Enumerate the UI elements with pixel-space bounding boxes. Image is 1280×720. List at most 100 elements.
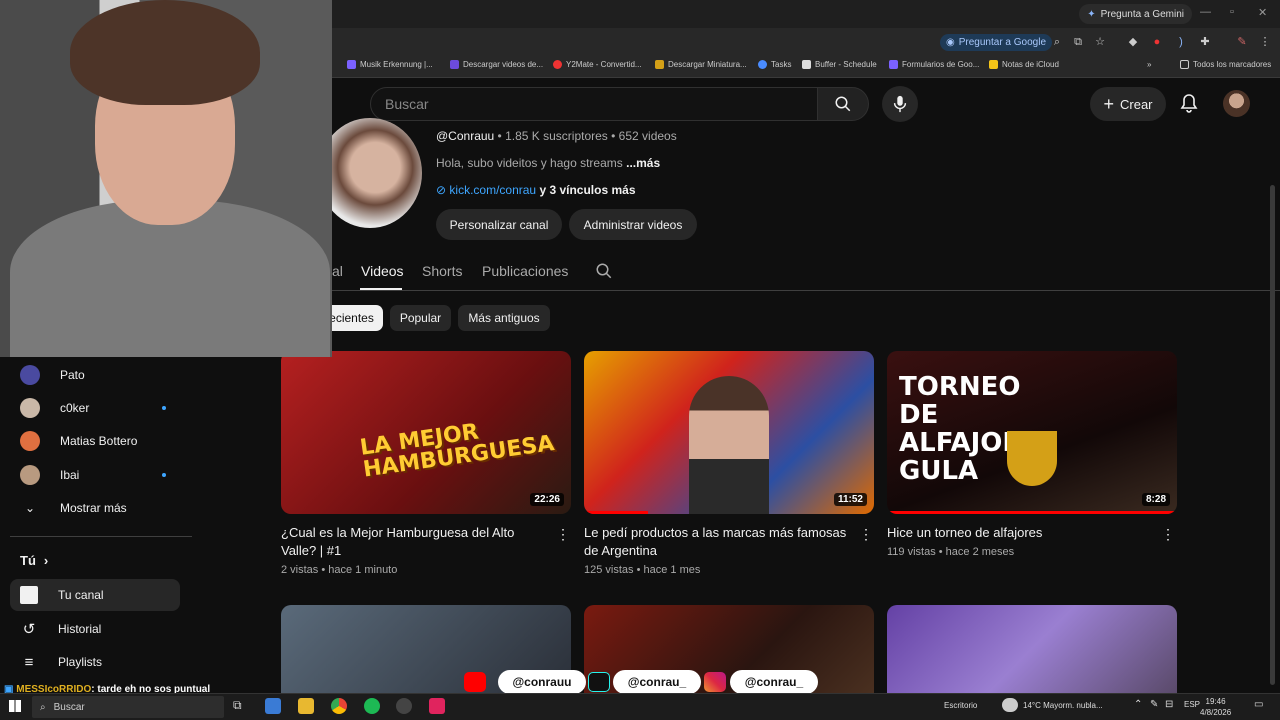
tab-videos[interactable]: Videos bbox=[361, 263, 404, 279]
zoom-icon[interactable]: ⌕ bbox=[1050, 35, 1064, 49]
subscription-item[interactable]: Matias Bottero bbox=[20, 431, 137, 451]
language-indicator[interactable]: ESP bbox=[1184, 700, 1200, 709]
subscription-name: c0ker bbox=[60, 401, 90, 415]
pen-icon[interactable]: ✎ bbox=[1150, 699, 1158, 710]
bell-icon bbox=[1180, 94, 1198, 113]
chevron-right-icon: › bbox=[43, 553, 49, 568]
playlist-icon: ≡ bbox=[24, 653, 34, 671]
tray-chevron-icon[interactable]: ⌃ bbox=[1134, 699, 1142, 710]
network-icon[interactable]: ⊟ bbox=[1165, 699, 1173, 710]
video-title[interactable]: ¿Cual es la Mejor Hamburguesa del Alto V… bbox=[281, 524, 546, 560]
tab-divider bbox=[332, 290, 1280, 291]
profile-icon[interactable]: ✎ bbox=[1235, 35, 1249, 49]
bookmark-item[interactable]: Descargar Miniatura... bbox=[655, 60, 747, 69]
voice-search-button[interactable] bbox=[882, 86, 918, 122]
tab-shorts[interactable]: Shorts bbox=[422, 263, 462, 279]
maximize-icon[interactable]: ▫ bbox=[1230, 6, 1234, 18]
notifications-button[interactable] bbox=[1176, 90, 1202, 116]
all-bookmarks[interactable]: Todos los marcadores bbox=[1180, 60, 1271, 69]
search-input[interactable]: Buscar bbox=[370, 87, 818, 121]
video-meta: 2 vistas • hace 1 minuto bbox=[281, 564, 398, 576]
puzzle-icon[interactable]: ✚ bbox=[1198, 35, 1212, 49]
description-more[interactable]: ...más bbox=[626, 156, 660, 170]
watch-progress bbox=[584, 511, 648, 514]
desktop-label[interactable]: Escritorio bbox=[944, 701, 977, 710]
channel-stats: • 1.85 K suscriptores • 652 videos bbox=[494, 129, 677, 143]
bookmark-item[interactable]: Notas de iCloud bbox=[989, 60, 1059, 69]
bookmark-item[interactable]: Tasks bbox=[758, 60, 791, 69]
show-more-button[interactable]: ⌄ Mostrar más bbox=[20, 498, 127, 518]
you-section-header[interactable]: Tú › bbox=[20, 553, 48, 568]
subscription-item[interactable]: c0ker bbox=[20, 398, 89, 418]
video-duration: 22:26 bbox=[530, 493, 564, 506]
more-options-icon[interactable]: ⋮ bbox=[859, 526, 873, 543]
bookmark-star-icon[interactable]: ☆ bbox=[1093, 35, 1107, 49]
spotify-icon[interactable] bbox=[364, 698, 380, 714]
manage-videos-button[interactable]: Administrar videos bbox=[569, 209, 697, 240]
clock-date: 4/8/2026 bbox=[1200, 708, 1232, 717]
chip-oldest[interactable]: Más antiguos bbox=[458, 305, 550, 331]
tiktok-app-icon[interactable] bbox=[429, 698, 445, 714]
close-icon[interactable]: ✕ bbox=[1258, 6, 1267, 19]
taskbar-search-input[interactable]: ⌕ Buscar bbox=[32, 696, 224, 718]
channel-avatar bbox=[318, 118, 422, 228]
file-explorer-icon[interactable] bbox=[298, 698, 314, 714]
bookmark-item[interactable]: Formularios de Goo... bbox=[889, 60, 979, 69]
social-handle: @conrau_ bbox=[730, 670, 818, 694]
channel-description[interactable]: Hola, subo videitos y hago streams ...má… bbox=[436, 156, 660, 170]
tab-home[interactable]: al bbox=[332, 263, 343, 279]
subscription-item[interactable]: Ibai bbox=[20, 465, 79, 485]
bookmark-item[interactable]: Musik Erkennung |... bbox=[347, 60, 433, 69]
windows-start-icon[interactable] bbox=[9, 700, 21, 712]
chip-popular[interactable]: Popular bbox=[390, 305, 451, 331]
tab-posts[interactable]: Publicaciones bbox=[482, 263, 568, 279]
subscription-item[interactable]: Pato bbox=[20, 365, 85, 385]
more-options-icon[interactable]: ⋮ bbox=[1161, 526, 1175, 543]
avatar bbox=[20, 465, 40, 485]
extension-red-icon[interactable]: ● bbox=[1150, 35, 1164, 49]
install-icon[interactable]: ⧉ bbox=[1071, 35, 1085, 49]
more-links[interactable]: y 3 vínculos más bbox=[536, 183, 635, 197]
thumbnail-text: LA MEJOR HAMBURGUESA bbox=[358, 419, 556, 483]
clock[interactable]: 19:46 4/8/2026 bbox=[1200, 696, 1231, 718]
obs-icon[interactable] bbox=[396, 698, 412, 714]
sidebar-item-history[interactable]: ↺ Historial bbox=[20, 619, 102, 639]
customize-channel-button[interactable]: Personalizar canal bbox=[436, 209, 562, 240]
video-thumbnail[interactable] bbox=[887, 605, 1177, 693]
account-box-icon bbox=[20, 586, 38, 604]
weather-text[interactable]: 14°C Mayorm. nubla... bbox=[1023, 701, 1103, 710]
account-avatar[interactable] bbox=[1223, 90, 1250, 117]
video-title[interactable]: Hice un torneo de alfajores bbox=[887, 524, 1152, 542]
bookmark-item[interactable]: Buffer - Schedule bbox=[802, 60, 877, 69]
create-button[interactable]: + Crear bbox=[1090, 87, 1166, 121]
extension-icon[interactable]: ◆ bbox=[1126, 35, 1140, 49]
bookmark-item[interactable]: Descargar videos de... bbox=[450, 60, 543, 69]
sidebar-item-your-channel[interactable]: Tu canal bbox=[20, 585, 104, 605]
page-scrollbar[interactable] bbox=[1270, 185, 1275, 685]
avatar bbox=[20, 398, 40, 418]
notification-icon[interactable]: ▭ bbox=[1254, 699, 1263, 710]
channel-link[interactable]: kick.com/conrau bbox=[449, 183, 536, 197]
extension-blue-icon[interactable]: ) bbox=[1174, 35, 1188, 49]
video-thumbnail[interactable]: TORNEO DE ALFAJORES GULA 8:28 bbox=[887, 351, 1177, 514]
more-options-icon[interactable]: ⋮ bbox=[556, 526, 570, 543]
search-button[interactable] bbox=[817, 87, 869, 121]
bookmark-item[interactable]: Y2Mate - Convertid... bbox=[553, 60, 642, 69]
search-icon bbox=[596, 263, 612, 279]
avatar bbox=[20, 431, 40, 451]
store-icon[interactable] bbox=[265, 698, 281, 714]
video-duration: 11:52 bbox=[833, 493, 867, 506]
video-thumbnail[interactable]: LA MEJOR HAMBURGUESA 22:26 bbox=[281, 351, 571, 514]
sidebar-item-playlists[interactable]: ≡ Playlists bbox=[20, 652, 102, 672]
bookmarks-overflow[interactable]: » bbox=[1147, 60, 1151, 69]
channel-search-button[interactable] bbox=[595, 262, 613, 285]
ask-google-button[interactable]: ◉ Preguntar a Google bbox=[940, 34, 1053, 51]
chrome-icon[interactable] bbox=[331, 698, 347, 714]
description-text: Hola, subo videitos y hago streams bbox=[436, 156, 627, 170]
gemini-button[interactable]: ✦ Pregunta a Gemini bbox=[1079, 4, 1192, 24]
minimize-icon[interactable]: — bbox=[1200, 6, 1211, 18]
video-thumbnail[interactable]: 11:52 bbox=[584, 351, 874, 514]
task-view-icon[interactable]: ⧉ bbox=[233, 698, 249, 714]
video-title[interactable]: Le pedí productos a las marcas más famos… bbox=[584, 524, 849, 560]
menu-icon[interactable]: ⋮ bbox=[1258, 35, 1272, 49]
